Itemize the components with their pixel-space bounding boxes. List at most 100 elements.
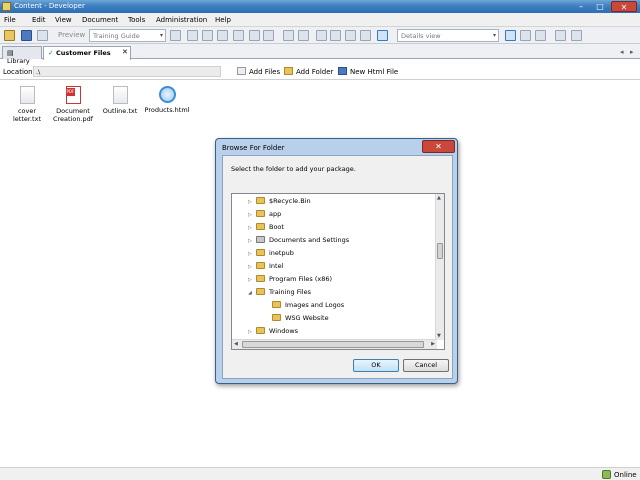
find-icon[interactable] (249, 30, 260, 41)
outdent-icon[interactable] (330, 30, 341, 41)
menu-tools[interactable]: Tools (128, 16, 145, 24)
tab-customer-files[interactable]: ✓ Customer Files (43, 46, 131, 60)
expand-icon[interactable]: ▷ (248, 329, 256, 335)
scroll-right-icon[interactable]: ▶ (431, 341, 435, 347)
cut-icon[interactable] (187, 30, 198, 41)
paste-icon[interactable] (217, 30, 228, 41)
insert-icon[interactable] (170, 30, 181, 41)
browse-folder-dialog: Browse For Folder ✕ Select the folder to… (215, 138, 458, 384)
add-files-label: Add Files (249, 68, 281, 76)
scroll-up-icon[interactable]: ▲ (437, 195, 441, 201)
window-title: Content - Developer (14, 2, 85, 10)
dialog-prompt: Select the folder to add your package. (231, 165, 356, 173)
add-folder-icon (284, 67, 293, 75)
location-label: Location: (3, 68, 35, 76)
file-name: Outline.txt (102, 107, 138, 115)
settings-icon[interactable] (571, 30, 582, 41)
tree-item-wsg-website[interactable]: WSG Website (264, 314, 329, 326)
tab-scroll-left-icon[interactable]: ◂ (620, 48, 624, 56)
menu-view[interactable]: View (55, 16, 72, 24)
vertical-scroll-thumb[interactable] (437, 243, 443, 259)
tree-item-program-files-x86[interactable]: ▷ Program Files (x86) (248, 275, 332, 287)
view-select-value: Details view (401, 32, 441, 40)
expand-icon[interactable]: ▷ (248, 251, 256, 257)
tree-item-boot[interactable]: ▷ Boot (248, 223, 284, 235)
expand-icon[interactable]: ▷ (248, 225, 256, 231)
add-files-button[interactable]: Add Files (237, 67, 280, 76)
menu-administration[interactable]: Administration (156, 16, 207, 24)
tree-item-label: Images and Logos (285, 301, 345, 309)
scroll-left-icon[interactable]: ◀ (234, 341, 238, 347)
vertical-scrollbar[interactable]: ▲ ▼ (435, 194, 444, 340)
tree-item-recycle-bin[interactable]: ▷ $Recycle.Bin (248, 197, 311, 209)
close-tab-icon[interactable]: ✕ (122, 48, 128, 56)
columns-view-icon[interactable] (535, 30, 546, 41)
new-html-file-icon (338, 67, 347, 75)
save-icon[interactable] (21, 30, 32, 41)
close-window-button[interactable]: ✕ (611, 1, 637, 12)
tree-item-documents-and-settings[interactable]: ▷ Documents and Settings (248, 236, 349, 248)
publish-icon[interactable] (555, 30, 566, 41)
menu-document[interactable]: Document (82, 16, 118, 24)
maximize-button[interactable]: □ (593, 1, 607, 12)
open-folder-icon[interactable] (4, 30, 15, 41)
horizontal-scrollbar[interactable]: ◀ ▶ (232, 339, 437, 349)
menu-file[interactable]: File (4, 16, 16, 24)
tab-scroll-right-icon[interactable]: ▸ (630, 48, 634, 56)
tree-item-training-files[interactable]: ◢ Training Files (248, 288, 311, 300)
template-select[interactable]: Training Guide ▾ (89, 29, 166, 42)
redo-icon[interactable] (298, 30, 309, 41)
tree-item-windows[interactable]: ▷ Windows (248, 327, 298, 339)
add-files-icon (237, 67, 246, 75)
tree-item-app[interactable]: ▷ app (248, 210, 281, 222)
file-item[interactable]: Outline.txt (94, 86, 146, 115)
print-icon[interactable] (37, 30, 48, 41)
tab-bar: ▤Library ✓ Customer Files ✕ ◂ ▸ (0, 44, 640, 65)
indent-icon[interactable] (316, 30, 327, 41)
cancel-button[interactable]: Cancel (403, 359, 449, 372)
expand-icon[interactable]: ▷ (248, 238, 256, 244)
copy-icon[interactable] (202, 30, 213, 41)
scroll-down-icon[interactable]: ▼ (437, 333, 441, 339)
properties-icon[interactable] (263, 30, 274, 41)
menu-bar: File Edit View Document Tools Administra… (0, 13, 640, 27)
expand-icon[interactable]: ▷ (248, 212, 256, 218)
delete-icon[interactable] (233, 30, 244, 41)
undo-icon[interactable] (283, 30, 294, 41)
expand-icon[interactable]: ▷ (248, 264, 256, 270)
view-select[interactable]: Details view ▾ (397, 29, 499, 42)
tree-item-inetpub[interactable]: ▷ inetpub (248, 249, 294, 261)
menu-edit[interactable]: Edit (32, 16, 46, 24)
collapse-icon[interactable]: ◢ (248, 290, 256, 296)
split-view-icon[interactable] (520, 30, 531, 41)
preview-button[interactable]: Preview (58, 31, 85, 39)
details-view-icon[interactable] (505, 30, 516, 41)
file-item[interactable]: Document Creation.pdf (47, 86, 99, 123)
file-item[interactable]: cover letter.txt (1, 86, 53, 123)
dialog-close-button[interactable]: ✕ (422, 140, 455, 153)
file-item[interactable]: Products.html (141, 86, 193, 114)
library-icon: ▤ (7, 49, 14, 57)
spellcheck-icon[interactable] (345, 30, 356, 41)
new-html-file-label: New Html File (350, 68, 399, 76)
tab-library[interactable]: ▤Library (2, 46, 42, 65)
folder-icon (256, 223, 265, 230)
horizontal-scroll-thumb[interactable] (242, 341, 424, 348)
open-folder-icon (256, 288, 265, 295)
template-select-value: Training Guide (93, 32, 140, 40)
folder-icon (256, 210, 265, 217)
location-input[interactable]: .\ (33, 66, 221, 77)
add-folder-button[interactable]: Add Folder (284, 67, 333, 76)
link-icon[interactable] (360, 30, 371, 41)
help-icon[interactable] (377, 30, 388, 41)
minimize-button[interactable]: – (574, 1, 588, 12)
menu-help[interactable]: Help (215, 16, 231, 24)
tree-item-intel[interactable]: ▷ Intel (248, 262, 283, 274)
file-name: Document Creation.pdf (52, 107, 94, 123)
app-icon (2, 2, 11, 11)
ok-button[interactable]: OK (353, 359, 399, 372)
new-html-file-button[interactable]: New Html File (338, 67, 398, 76)
tree-item-images-and-logos[interactable]: Images and Logos (264, 301, 344, 313)
expand-icon[interactable]: ▷ (248, 277, 256, 283)
expand-icon[interactable]: ▷ (248, 199, 256, 205)
